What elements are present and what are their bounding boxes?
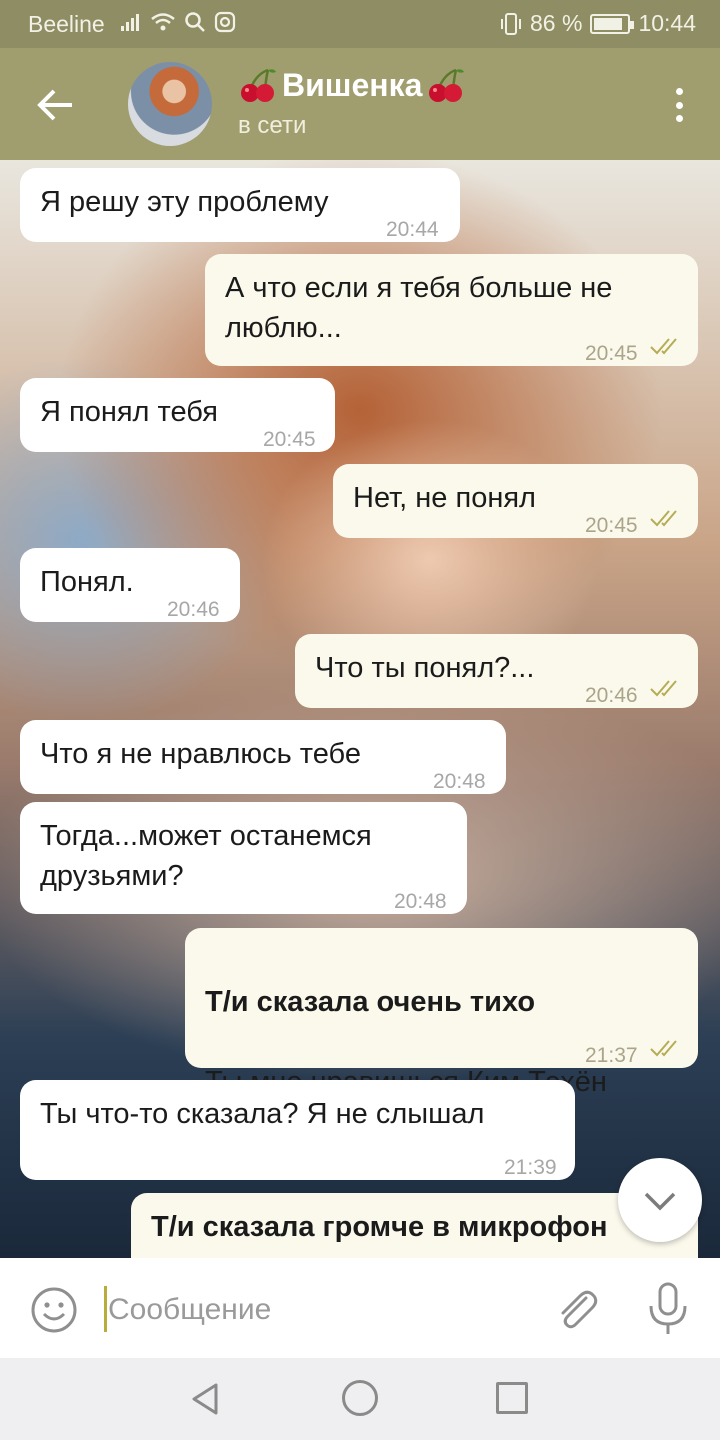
attach-icon[interactable] xyxy=(552,1284,600,1332)
scroll-down-button[interactable] xyxy=(618,1158,702,1242)
message-bubble[interactable]: Тогда...может останемся друзьями? 20:48 xyxy=(20,802,467,914)
cherry-icon xyxy=(429,68,465,102)
message-time: 20:46 xyxy=(167,598,220,621)
message-time: 20:45 xyxy=(585,342,638,365)
message-composer xyxy=(0,1258,720,1358)
message-bubble[interactable]: А что если я тебя больше не люблю... 20:… xyxy=(205,254,698,366)
battery-icon xyxy=(590,13,635,34)
message-bubble[interactable]: Т/и сказала очень тихо Ты мне нравишься … xyxy=(185,928,698,1098)
chat-header: Вишенка в сети xyxy=(0,48,720,160)
message-text: Нет, не понял xyxy=(353,482,536,514)
message-text: Что я не нравлюсь тебе xyxy=(40,738,361,770)
message-bubble[interactable]: Понял. 20:46 xyxy=(20,548,240,622)
message-list[interactable]: Я решу эту проблему 20:44 А что если я т… xyxy=(0,160,720,1258)
battery-percent: 86 % xyxy=(530,10,583,36)
message-bubble[interactable]: Т/и сказала громче в микрофон xyxy=(131,1193,698,1258)
more-menu-icon[interactable] xyxy=(674,88,684,122)
clock: 10:44 xyxy=(638,10,696,36)
text-caret xyxy=(104,1286,107,1332)
chat-title[interactable]: Вишенка xyxy=(238,66,466,104)
carrier-name: Beeline xyxy=(28,11,105,37)
message-text: Ты что-то сказала? Я не слышал xyxy=(40,1098,485,1130)
nav-recents-icon[interactable] xyxy=(496,1382,528,1414)
nav-back-icon[interactable] xyxy=(188,1382,222,1416)
message-time: 20:44 xyxy=(386,218,439,241)
read-ticks-icon xyxy=(650,510,677,527)
message-text: Я понял тебя xyxy=(40,396,218,428)
status-icons xyxy=(120,11,236,33)
read-ticks-icon xyxy=(650,338,677,355)
message-input[interactable] xyxy=(108,1290,528,1330)
message-time: 20:48 xyxy=(433,770,486,793)
emoji-icon[interactable] xyxy=(30,1286,78,1334)
chat-title-text: Вишенка xyxy=(282,66,423,103)
message-time: 20:48 xyxy=(394,890,447,913)
message-bubble[interactable]: Что ты понял?... 20:46 xyxy=(295,634,698,708)
message-bubble[interactable]: Я понял тебя 20:45 xyxy=(20,378,335,452)
status-bar: Beeline 86 % 10:44 xyxy=(0,0,720,48)
message-time: 21:37 xyxy=(585,1044,638,1067)
message-time: 20:46 xyxy=(585,684,638,707)
signal-icon xyxy=(121,14,139,31)
cherry-icon xyxy=(241,68,276,102)
nav-home-icon[interactable] xyxy=(342,1380,378,1416)
message-bold-text: Т/и сказала громче в микрофон xyxy=(151,1211,608,1243)
search-icon xyxy=(185,12,205,32)
system-nav-bar xyxy=(0,1358,720,1440)
message-text: Я решу эту проблему xyxy=(40,186,329,218)
wifi-icon xyxy=(151,13,175,31)
read-ticks-icon xyxy=(650,680,677,697)
message-bubble[interactable]: Ты что-то сказала? Я не слышал 21:39 xyxy=(20,1080,575,1180)
instagram-icon xyxy=(214,11,236,33)
message-time: 20:45 xyxy=(585,514,638,537)
chevron-down-icon xyxy=(644,1192,676,1211)
vibrate-icon xyxy=(501,12,521,35)
microphone-icon[interactable] xyxy=(646,1282,690,1336)
message-text: Понял. xyxy=(40,566,134,598)
message-text: Что ты понял?... xyxy=(315,652,535,684)
message-bubble[interactable]: Что я не нравлюсь тебе 20:48 xyxy=(20,720,506,794)
message-time: 20:45 xyxy=(263,428,316,451)
message-time: 21:39 xyxy=(504,1156,557,1179)
message-bold-text: Т/и сказала очень тихо xyxy=(205,986,536,1018)
message-bubble[interactable]: Нет, не понял 20:45 xyxy=(333,464,698,538)
back-arrow-icon[interactable] xyxy=(30,80,80,130)
message-text-block: Т/и сказала громче в микрофон xyxy=(151,1207,607,1247)
message-bubble[interactable]: Я решу эту проблему 20:44 xyxy=(20,168,460,242)
online-status: в сети xyxy=(238,112,307,139)
read-ticks-icon xyxy=(650,1040,677,1057)
status-right: 86 % 10:44 xyxy=(500,10,696,37)
avatar[interactable] xyxy=(128,62,212,146)
